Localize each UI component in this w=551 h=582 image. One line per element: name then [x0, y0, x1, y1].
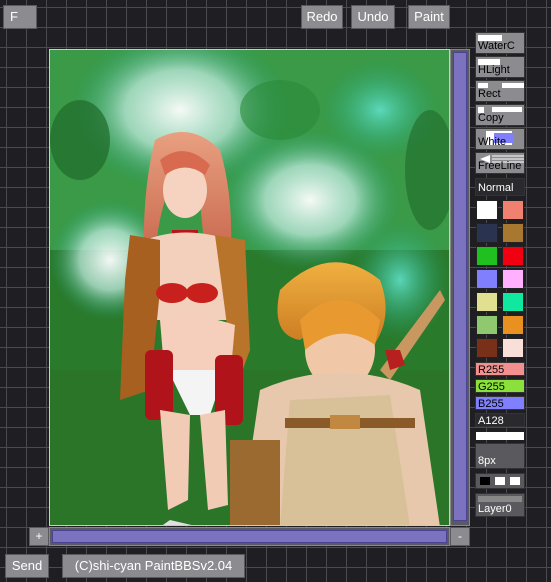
tool-label: FreeLine: [478, 160, 522, 172]
tool-watercolor[interactable]: WaterC: [475, 32, 525, 54]
mask-swatch[interactable]: [495, 477, 505, 485]
mask-swatch[interactable]: [510, 477, 520, 485]
color-swatch[interactable]: [502, 269, 524, 289]
tool-label: Rect: [478, 88, 501, 100]
layer-indicator: [478, 496, 522, 502]
zoom-out-button[interactable]: -: [450, 527, 470, 546]
tool-copy[interactable]: Copy: [475, 104, 525, 126]
vertical-scroll-thumb[interactable]: [453, 52, 467, 521]
tool-normal-mode[interactable]: Normal: [475, 178, 525, 196]
alpha-slider-fill: [476, 432, 524, 440]
color-swatch[interactable]: [476, 292, 498, 312]
color-swatch[interactable]: [502, 338, 524, 358]
alpha-slider[interactable]: A128: [475, 413, 525, 427]
blue-slider[interactable]: B255: [475, 396, 525, 410]
vertical-scrollbar[interactable]: [450, 49, 470, 526]
color-swatch[interactable]: [502, 246, 524, 266]
tool-freeline[interactable]: FreeLine: [475, 152, 525, 174]
mask-selector[interactable]: [475, 473, 525, 489]
color-swatch[interactable]: [476, 269, 498, 289]
drawing-canvas[interactable]: [49, 49, 450, 526]
painting-image: [50, 50, 449, 525]
mask-swatch[interactable]: [480, 477, 490, 485]
redo-button[interactable]: Redo: [301, 5, 343, 29]
color-swatch[interactable]: [476, 200, 498, 220]
layer-label: Layer0: [478, 503, 512, 515]
color-swatch[interactable]: [502, 292, 524, 312]
f-button[interactable]: F: [3, 5, 37, 29]
color-swatch[interactable]: [502, 200, 524, 220]
undo-button[interactable]: Undo: [351, 5, 395, 29]
color-swatch[interactable]: [502, 315, 524, 335]
tool-label: HLight: [478, 64, 510, 76]
tool-label: Normal: [478, 182, 514, 194]
tool-indicator: [502, 83, 524, 88]
color-swatch[interactable]: [476, 315, 498, 335]
color-swatch[interactable]: [476, 338, 498, 358]
horizontal-scroll-thumb[interactable]: [52, 530, 447, 543]
pen-size-label: 8px: [478, 455, 496, 467]
layer-button[interactable]: Layer0: [475, 493, 525, 517]
color-swatch[interactable]: [476, 246, 498, 266]
zoom-in-button[interactable]: +: [29, 527, 49, 546]
tool-highlight[interactable]: HLight: [475, 56, 525, 78]
color-swatch[interactable]: [476, 223, 498, 243]
send-button[interactable]: Send: [5, 554, 49, 578]
paint-button[interactable]: Paint: [408, 5, 450, 29]
tool-label: Copy: [478, 112, 504, 124]
pen-size-control[interactable]: 8px: [475, 443, 525, 469]
red-slider[interactable]: R255: [475, 362, 525, 376]
tool-rect[interactable]: Rect: [475, 80, 525, 102]
tool-label: WaterC: [478, 40, 515, 52]
credit-button[interactable]: (C)shi-cyan PaintBBSv2.04: [62, 554, 245, 578]
tool-label: White: [478, 136, 507, 148]
tool-white[interactable]: White: [475, 128, 525, 150]
horizontal-scrollbar[interactable]: [49, 527, 450, 546]
color-swatch[interactable]: [502, 223, 524, 243]
green-slider[interactable]: G255: [475, 379, 525, 393]
